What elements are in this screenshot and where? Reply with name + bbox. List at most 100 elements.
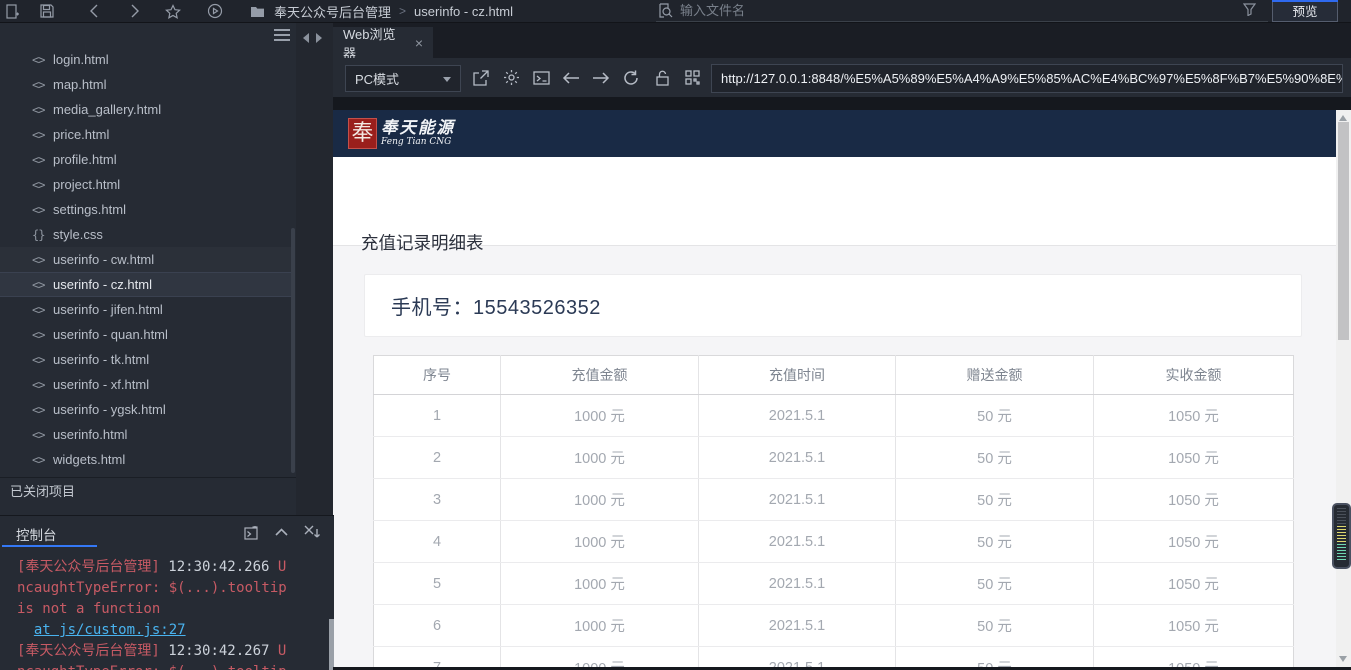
table-cell: 50 元 [895,394,1094,437]
tree-item[interactable]: <> price.html [0,122,293,147]
console-output[interactable]: [奉天公众号后台管理] 12:30:42.266 UncaughtTypeErr… [17,557,327,670]
explorer-menu-icon[interactable] [274,29,290,41]
qr-code-icon[interactable] [682,68,702,87]
new-file-icon[interactable] [4,3,22,19]
console-line: ncaughtTypeError: $(...).tooltip [17,662,327,670]
nav-forward-icon[interactable] [591,68,611,87]
devtools-console-icon[interactable] [531,68,551,87]
file-search [656,0,1268,22]
table-row: 1 1000 元 2021.5.1 50 元 1050 元 [373,394,1294,437]
css-file-icon: {} [32,227,45,242]
tree-item[interactable]: <> userinfo - jifen.html [0,297,293,322]
tree-item[interactable]: {} style.css [0,222,293,247]
tree-item[interactable]: <> widgets.html [0,447,293,472]
file-name: settings.html [53,202,126,217]
clear-console-icon[interactable] [303,524,320,540]
mobile-preview-widget[interactable] [1332,503,1351,569]
settings-gear-icon[interactable] [501,68,521,87]
html-file-icon: <> [32,202,45,217]
table-cell: 6 [373,604,501,647]
site-logo[interactable]: 奉 奉天能源 Feng Tian CNG [348,118,455,149]
html-file-icon: <> [32,427,45,442]
tree-item[interactable]: <> login.html [0,47,293,72]
back-icon[interactable] [84,3,102,19]
scroll-up-icon[interactable] [1339,115,1347,121]
table-cell: 2021.5.1 [698,604,896,647]
tree-item[interactable]: <> map.html [0,72,293,97]
file-name: userinfo - quan.html [53,327,168,342]
collapse-panel-icon[interactable] [273,524,290,540]
run-icon[interactable] [206,3,224,19]
logo-seal-icon: 奉 [348,118,377,149]
tab-web-browser[interactable]: Web浏览器 × [333,27,433,61]
unlock-icon[interactable] [652,68,672,87]
new-terminal-icon[interactable] [243,524,260,540]
tree-item[interactable]: <> media_gallery.html [0,97,293,122]
folder-icon [248,3,266,19]
table-cell: 1000 元 [500,562,699,605]
tree-item[interactable]: <> userinfo - tk.html [0,347,293,372]
closed-projects-section[interactable]: 已关闭项目 [0,477,296,502]
breadcrumb-file[interactable]: userinfo - cz.html [414,4,513,19]
tree-item[interactable]: <> userinfo - xf.html [0,372,293,397]
file-name: map.html [53,77,107,92]
html-file-icon: <> [32,402,45,417]
table-cell: 50 元 [895,562,1094,605]
console-scrollbar[interactable] [329,619,334,670]
tree-item[interactable]: <> profile.html [0,147,293,172]
webview: 奉 奉天能源 Feng Tian CNG 充值记录明细表 手机号：1554352… [333,110,1336,670]
closed-projects-label: 已关闭项目 [10,483,76,499]
breadcrumb-project[interactable]: 奉天公众号后台管理 [274,2,391,21]
table-header-cell: 赠送金额 [895,355,1094,395]
tree-item[interactable]: <> project.html [0,172,293,197]
table-cell: 1000 元 [500,436,699,479]
open-external-browser-icon[interactable] [471,68,491,87]
filter-icon[interactable] [1242,3,1261,19]
search-input[interactable] [680,3,1200,18]
refresh-icon[interactable] [621,68,641,87]
file-name: media_gallery.html [53,102,162,117]
phone-card: 手机号：15543526352 [364,274,1302,337]
tree-item[interactable]: <> userinfo - cz.html [0,272,293,297]
phone-number: 15543526352 [473,297,601,319]
tab-close-icon[interactable]: × [415,35,423,51]
save-icon[interactable] [38,3,56,19]
html-file-icon: <> [32,77,45,92]
console-tab[interactable]: 控制台 [16,524,57,544]
device-mode-value: PC模式 [355,72,400,87]
logo-name-zh: 奉天能源 [381,118,455,137]
table-row: 5 1000 元 2021.5.1 50 元 1050 元 [373,562,1294,605]
device-mode-select[interactable]: PC模式 [345,65,461,92]
scrollbar-thumb[interactable] [1338,122,1349,340]
scroll-down-icon[interactable] [1339,656,1347,662]
file-name: userinfo - cz.html [53,277,152,292]
tab-scroll-right-icon[interactable] [316,33,322,43]
table-cell: 1000 元 [500,604,699,647]
panel-gap [333,97,1351,110]
console-text: [奉天公众号后台管理] [17,643,169,659]
breadcrumb[interactable]: 奉天公众号后台管理 > userinfo - cz.html [248,0,513,22]
table-header-cell: 实收金额 [1093,355,1294,395]
tree-item[interactable]: <> userinfo.html [0,422,293,447]
forward-icon[interactable] [126,3,144,19]
table-cell: 1050 元 [1093,604,1294,647]
html-file-icon: <> [32,127,45,142]
file-tree-scrollbar[interactable] [291,228,295,473]
tree-item[interactable]: <> userinfo - cw.html [0,247,293,272]
preview-button[interactable]: 预览 [1272,0,1338,22]
site-header: 奉 奉天能源 Feng Tian CNG [333,110,1336,157]
console-source-link[interactable]: at js/custom.js:27 [34,622,186,638]
tab-scroll-left-icon[interactable] [303,33,309,43]
table-header-cell: 充值时间 [698,355,896,395]
tree-item[interactable]: <> settings.html [0,197,293,222]
tree-item[interactable]: <> userinfo - quan.html [0,322,293,347]
webview-scrollbar[interactable] [1336,110,1351,670]
tree-item[interactable]: <> userinfo - ygsk.html [0,397,293,422]
logo-name-en: Feng Tian CNG [381,137,452,147]
console-text: U [269,559,287,575]
nav-back-icon[interactable] [561,68,581,87]
url-bar[interactable]: http://127.0.0.1:8848/%E5%A5%89%E5%A4%A9… [711,64,1343,93]
console-text: 12:30:42.267 [168,643,270,659]
star-icon[interactable] [164,3,182,19]
console-text: U [269,643,287,659]
